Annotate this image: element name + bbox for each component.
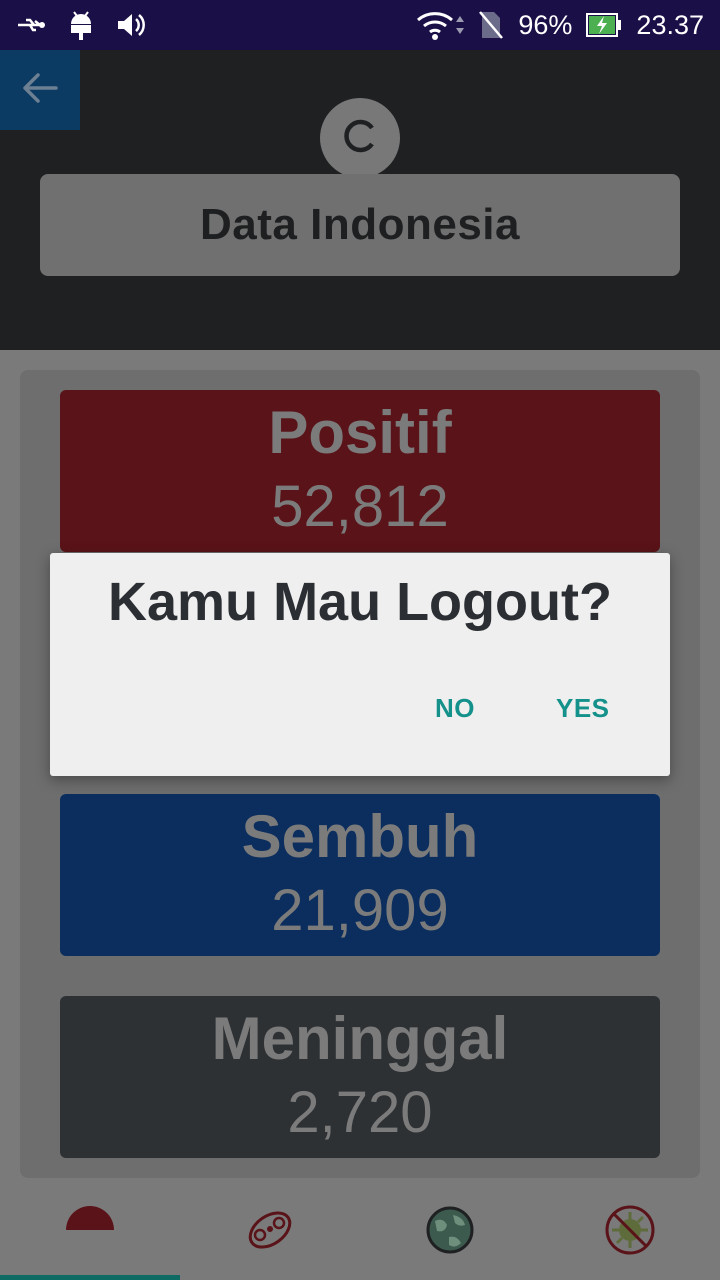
battery-percent: 96% bbox=[518, 9, 573, 40]
battery-charging-icon bbox=[586, 12, 622, 38]
arrow-left-icon bbox=[22, 72, 58, 109]
nav-item-indonesia[interactable] bbox=[0, 1184, 180, 1280]
stat-card-positif: Positif 52,812 bbox=[60, 390, 660, 552]
no-button[interactable]: NO bbox=[435, 693, 475, 724]
logout-dialog: Kamu Mau Logout? NO YES bbox=[50, 553, 670, 776]
status-bar: 96% 23.37 bbox=[0, 0, 720, 50]
back-button[interactable] bbox=[0, 50, 80, 130]
yes-button[interactable]: YES bbox=[556, 693, 610, 724]
stat-value: 2,720 bbox=[287, 1080, 433, 1145]
refresh-icon bbox=[338, 114, 382, 163]
hospital-map-icon bbox=[245, 1205, 295, 1260]
nav-item-hospital[interactable] bbox=[180, 1184, 360, 1280]
android-icon bbox=[68, 10, 94, 40]
stat-label: Positif bbox=[268, 399, 452, 466]
wifi-icon bbox=[416, 10, 465, 40]
title-card: Data Indonesia bbox=[40, 174, 680, 276]
dialog-title: Kamu Mau Logout? bbox=[108, 572, 612, 632]
page-title: Data Indonesia bbox=[200, 200, 520, 249]
nav-item-global[interactable] bbox=[360, 1184, 540, 1280]
stat-card-meninggal: Meninggal 2,720 bbox=[60, 996, 660, 1158]
volume-icon bbox=[116, 11, 146, 39]
stat-label: Meninggal bbox=[211, 1005, 509, 1072]
nav-active-indicator bbox=[0, 1275, 180, 1280]
no-sim-icon bbox=[478, 10, 504, 40]
clock: 23.37 bbox=[636, 9, 704, 40]
globe-icon bbox=[425, 1205, 475, 1260]
stat-label: Sembuh bbox=[241, 803, 479, 870]
stat-card-sembuh: Sembuh 21,909 bbox=[60, 794, 660, 956]
indonesia-flag-icon bbox=[64, 1204, 116, 1261]
stat-value: 52,812 bbox=[271, 474, 449, 539]
virus-icon bbox=[604, 1204, 656, 1261]
usb-icon bbox=[16, 15, 46, 35]
bottom-nav bbox=[0, 1184, 720, 1280]
stat-value: 21,909 bbox=[271, 878, 449, 943]
nav-item-virus[interactable] bbox=[540, 1184, 720, 1280]
refresh-button[interactable] bbox=[320, 98, 400, 178]
